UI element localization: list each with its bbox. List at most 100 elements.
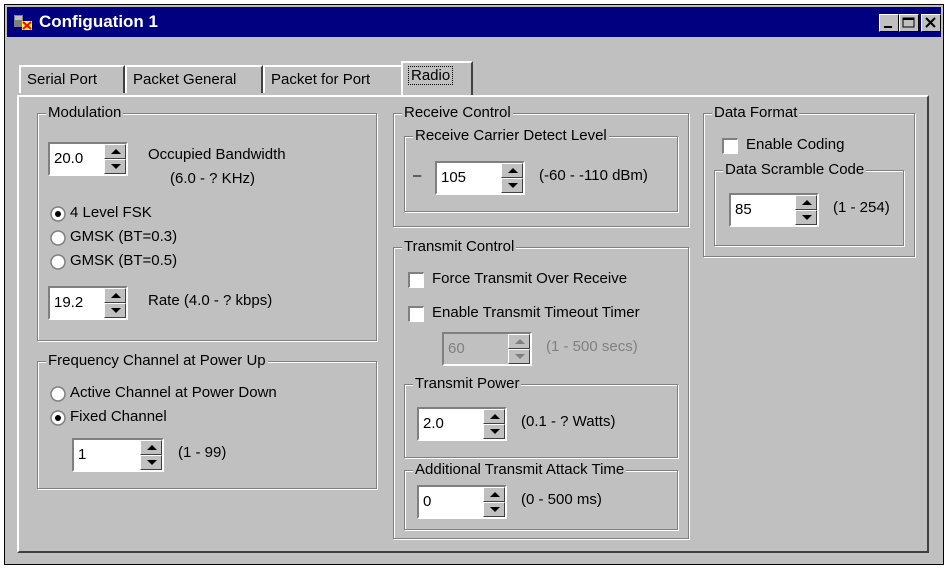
arrow-up-icon [515, 339, 525, 344]
channel-down-button[interactable] [140, 455, 162, 470]
timeout-timer-label: Enable Transmit Timeout Timer [432, 304, 640, 321]
channel-up-button[interactable] [140, 440, 162, 455]
rate-down-button[interactable] [104, 303, 126, 318]
close-button[interactable] [921, 14, 941, 32]
power-spinner[interactable]: 2.0 [417, 407, 507, 441]
transmit-power-legend: Transmit Power [413, 375, 522, 392]
arrow-up-icon [111, 149, 121, 154]
arrow-up-icon [147, 445, 157, 450]
attack-time-up-button[interactable] [483, 487, 505, 502]
attack-time-legend: Additional Transmit Attack Time [413, 461, 627, 478]
tab-packet-general[interactable]: Packet General [125, 65, 263, 93]
arrow-up-icon [490, 414, 500, 419]
timeout-spinner: 60 [442, 332, 532, 366]
arrow-up-icon [508, 168, 518, 173]
radio-gmsk-05-label: GMSK (BT=0.5) [70, 252, 178, 269]
radio-4-level-fsk-label: 4 Level FSK [70, 204, 152, 221]
rate-spinner[interactable]: 19.2 [48, 286, 128, 320]
data-format-group: Data Format Enable Coding Data Scramble … [703, 104, 915, 257]
app-icon [14, 15, 32, 30]
arrow-up-icon [802, 200, 812, 205]
bandwidth-value: 20.0 [54, 150, 84, 167]
carrier-level-value: 105 [441, 169, 467, 186]
scramble-range: (1 - 254) [833, 199, 890, 216]
channel-range: (1 - 99) [178, 444, 227, 461]
rate-up-button[interactable] [104, 288, 126, 303]
bandwidth-label: Occupied Bandwidth [148, 146, 286, 163]
minimize-button[interactable] [879, 14, 899, 32]
radio-active-channel[interactable] [50, 386, 66, 402]
radio-active-channel-label: Active Channel at Power Down [70, 384, 277, 401]
timeout-value: 60 [448, 340, 465, 357]
title-bar[interactable]: Configuation 1 [7, 7, 941, 37]
radio-4-level-fsk[interactable] [50, 206, 66, 222]
arrow-down-icon [508, 183, 518, 188]
channel-value: 1 [78, 446, 87, 463]
transmit-control-group: Transmit Control Force Transmit Over Rec… [393, 238, 689, 539]
timeout-down-button [508, 349, 530, 364]
transmit-power-group: Transmit Power 2.0 (0.1 - ? Watts) [404, 375, 678, 458]
scramble-code-legend: Data Scramble Code [723, 161, 867, 178]
arrow-down-icon [490, 429, 500, 434]
window-title: Configuation 1 [39, 12, 158, 31]
timeout-range: (1 - 500 secs) [546, 338, 638, 355]
frequency-legend: Frequency Channel at Power Up [46, 352, 268, 369]
bandwidth-up-button[interactable] [104, 144, 126, 159]
arrow-down-icon [515, 354, 525, 359]
arrow-down-icon [802, 215, 812, 220]
close-icon [925, 17, 936, 28]
radio-gmsk-03[interactable] [50, 230, 66, 246]
scramble-down-button[interactable] [795, 210, 817, 225]
arrow-down-icon [111, 308, 121, 313]
tab-serial-port[interactable]: Serial Port [19, 65, 125, 93]
minimize-icon [884, 26, 892, 28]
radio-gmsk-05[interactable] [50, 254, 66, 270]
arrow-down-icon [111, 164, 121, 169]
timeout-timer-checkbox[interactable] [408, 306, 424, 322]
bandwidth-range: (6.0 - ? KHz) [170, 170, 256, 187]
radio-fixed-channel[interactable] [50, 410, 66, 426]
bandwidth-down-button[interactable] [104, 159, 126, 174]
carrier-detect-legend: Receive Carrier Detect Level [413, 127, 609, 144]
scramble-up-button[interactable] [795, 195, 817, 210]
attack-time-value: 0 [423, 493, 432, 510]
maximize-icon [902, 17, 915, 28]
power-down-button[interactable] [483, 424, 505, 439]
level-sign: – [413, 167, 422, 184]
carrier-level-up-button[interactable] [501, 163, 523, 178]
radio-fixed-channel-label: Fixed Channel [70, 408, 167, 425]
arrow-down-icon [147, 460, 157, 465]
attack-time-down-button[interactable] [483, 502, 505, 517]
power-range: (0.1 - ? Watts) [521, 413, 616, 430]
maximize-button[interactable] [899, 14, 919, 32]
modulation-legend: Modulation [46, 104, 124, 121]
timeout-up-button [508, 334, 530, 349]
channel-spinner[interactable]: 1 [72, 438, 164, 472]
modulation-group: Modulation 20.0 Occupied Bandwidth (6.0 … [37, 104, 377, 341]
enable-coding-label: Enable Coding [746, 136, 845, 153]
radio-gmsk-03-label: GMSK (BT=0.3) [70, 228, 178, 245]
power-up-button[interactable] [483, 409, 505, 424]
scramble-spinner[interactable]: 85 [729, 193, 819, 227]
enable-coding-checkbox[interactable] [722, 138, 738, 154]
arrow-up-icon [111, 293, 121, 298]
tab-radio[interactable]: Radio [401, 61, 473, 95]
carrier-level-down-button[interactable] [501, 178, 523, 193]
force-transmit-checkbox[interactable] [408, 272, 424, 288]
data-format-legend: Data Format [712, 104, 800, 121]
tab-packet-for-port[interactable]: Packet for Port [263, 65, 403, 93]
carrier-level-spinner[interactable]: 105 [435, 161, 525, 195]
bandwidth-spinner[interactable]: 20.0 [48, 142, 128, 176]
receive-control-group: Receive Control Receive Carrier Detect L… [393, 104, 689, 227]
carrier-level-range: (-60 - -110 dBm) [539, 167, 648, 184]
arrow-down-icon [490, 507, 500, 512]
attack-time-spinner[interactable]: 0 [417, 485, 507, 519]
arrow-up-icon [490, 492, 500, 497]
attack-time-range: (0 - 500 ms) [521, 491, 602, 508]
force-transmit-label: Force Transmit Over Receive [432, 270, 628, 287]
receive-control-legend: Receive Control [402, 104, 513, 121]
frequency-group: Frequency Channel at Power Up Active Cha… [37, 352, 377, 489]
config-window: Configuation 1 Serial Port Packet Genera… [4, 4, 944, 565]
radio-tab-panel: Modulation 20.0 Occupied Bandwidth (6.0 … [17, 95, 929, 553]
power-value: 2.0 [423, 415, 444, 432]
